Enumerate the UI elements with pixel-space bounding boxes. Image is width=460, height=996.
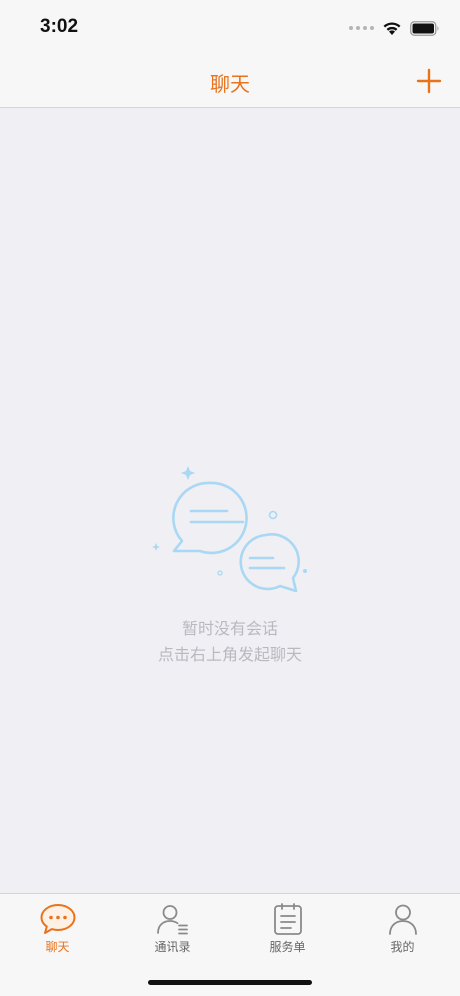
- chat-list-area: 暂时没有会话 点击右上角发起聊天: [0, 109, 460, 893]
- status-icons: [349, 18, 440, 38]
- tab-profile-label: 我的: [390, 940, 415, 954]
- tab-bar: 聊天 通讯录 服务单 我的: [0, 893, 460, 996]
- profile-icon: [388, 904, 417, 935]
- tab-contacts-label: 通讯录: [154, 940, 191, 954]
- status-bar: 3:02: [0, 0, 460, 56]
- add-chat-button[interactable]: [416, 68, 442, 94]
- contacts-icon: [156, 905, 188, 935]
- nav-bar: 聊天: [0, 56, 460, 108]
- tab-chat-label: 聊天: [45, 940, 70, 954]
- tab-chat[interactable]: 聊天: [0, 894, 115, 964]
- page-title: 聊天: [210, 72, 250, 96]
- tab-profile[interactable]: 我的: [345, 894, 460, 964]
- wifi-icon: [383, 22, 401, 35]
- empty-state-title: 暂时没有会话: [181, 619, 278, 638]
- tab-service-orders[interactable]: 服务单: [230, 894, 345, 964]
- tab-service-orders-label: 服务单: [269, 940, 306, 954]
- service-order-icon: [273, 903, 302, 935]
- battery-icon: [410, 20, 439, 36]
- screen: 3:02 聊天 暂时没有会话 点击右上角发起聊天 聊天 通讯录 服务单 我的: [0, 0, 460, 996]
- status-time: 3:02: [40, 16, 79, 37]
- empty-chat-illustration-icon: [152, 466, 307, 593]
- cellular-signal-icon: [349, 26, 374, 30]
- empty-state-hint: 点击右上角发起聊天: [157, 645, 302, 664]
- tab-contacts[interactable]: 通讯录: [115, 894, 230, 964]
- home-indicator[interactable]: [148, 980, 312, 985]
- chat-bubble-icon: [40, 904, 75, 934]
